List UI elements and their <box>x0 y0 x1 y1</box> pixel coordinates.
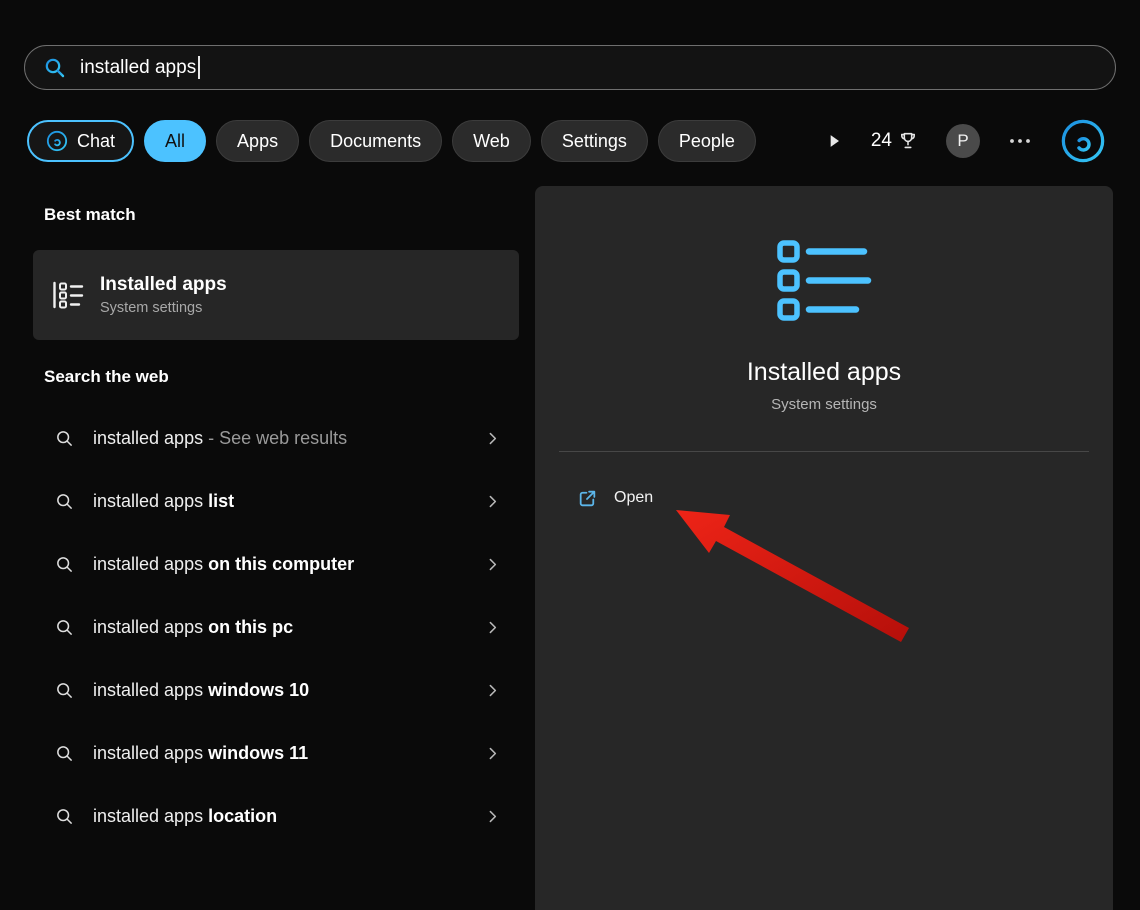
tab-chat[interactable]: Chat <box>27 120 134 162</box>
chevron-right-icon[interactable] <box>484 682 501 699</box>
suggestion-prefix: installed apps <box>93 617 208 637</box>
suggestion-prefix: installed apps <box>93 743 208 763</box>
chevron-right-icon[interactable] <box>484 745 501 762</box>
suggestion-suffix: on this pc <box>208 617 293 637</box>
web-suggestion-1[interactable]: installed apps list <box>33 470 519 533</box>
more-filters-icon[interactable] <box>824 131 844 151</box>
search-input[interactable]: installed apps <box>80 56 200 79</box>
search-suggestion-icon <box>55 744 74 763</box>
search-icon <box>43 56 67 80</box>
web-suggestion-6[interactable]: installed apps location <box>33 785 519 848</box>
topbar-right: 24 P <box>824 120 1106 162</box>
suggestion-suffix: - See web results <box>203 428 347 448</box>
suggestion-prefix: installed apps <box>93 554 208 574</box>
rewards-counter[interactable]: 24 <box>871 130 919 152</box>
suggestion-suffix: list <box>208 491 234 511</box>
tab-chat-label: Chat <box>77 131 115 152</box>
bing-icon[interactable] <box>1060 118 1106 164</box>
web-suggestion-4[interactable]: installed apps windows 10 <box>33 659 519 722</box>
tab-documents[interactable]: Documents <box>309 120 442 162</box>
installed-apps-icon <box>50 277 86 313</box>
preview-panel: Installed apps System settings Open <box>535 186 1113 910</box>
tab-apps[interactable]: Apps <box>216 120 299 162</box>
rewards-count: 24 <box>871 130 892 152</box>
open-button-label: Open <box>614 489 653 507</box>
search-bar[interactable]: installed apps <box>24 45 1116 90</box>
suggestion-suffix: on this computer <box>208 554 354 574</box>
open-button[interactable]: Open <box>577 478 663 518</box>
suggestion-prefix: installed apps <box>93 428 203 448</box>
suggestion-suffix: windows 10 <box>208 680 309 700</box>
chevron-right-icon[interactable] <box>484 808 501 825</box>
suggestion-prefix: installed apps <box>93 491 208 511</box>
tab-web-label: Web <box>473 131 510 152</box>
tab-all-label: All <box>165 131 185 152</box>
rewards-trophy-icon <box>897 130 919 152</box>
preview-subtitle: System settings <box>771 396 877 413</box>
search-input-value: installed apps <box>80 57 196 79</box>
suggestion-prefix: installed apps <box>93 680 208 700</box>
tab-documents-label: Documents <box>330 131 421 152</box>
text-caret <box>198 56 200 79</box>
divider <box>559 451 1089 452</box>
preview-title: Installed apps <box>747 358 901 387</box>
web-suggestion-0[interactable]: installed apps - See web results <box>33 407 519 470</box>
installed-apps-large-icon <box>776 238 872 324</box>
tab-people-label: People <box>679 131 735 152</box>
tab-people[interactable]: People <box>658 120 756 162</box>
tab-web[interactable]: Web <box>452 120 531 162</box>
web-suggestion-3[interactable]: installed apps on this pc <box>33 596 519 659</box>
avatar-initial: P <box>957 131 968 151</box>
search-suggestion-icon <box>55 618 74 637</box>
search-suggestion-icon <box>55 492 74 511</box>
filter-chips: Chat All Apps Documents Web Settings Peo… <box>27 120 756 162</box>
suggestion-suffix: windows 11 <box>208 743 308 763</box>
tab-all[interactable]: All <box>144 120 206 162</box>
web-suggestion-2[interactable]: installed apps on this computer <box>33 533 519 596</box>
suggestion-prefix: installed apps <box>93 806 208 826</box>
bing-chat-icon <box>46 130 68 152</box>
web-suggestions-list: installed apps - See web results install… <box>33 407 519 848</box>
search-suggestion-icon <box>55 429 74 448</box>
best-match-title: Installed apps <box>100 274 227 296</box>
chevron-right-icon[interactable] <box>484 430 501 447</box>
search-suggestion-icon <box>55 681 74 700</box>
chevron-right-icon[interactable] <box>484 493 501 510</box>
search-web-heading: Search the web <box>44 367 169 387</box>
web-suggestion-5[interactable]: installed apps windows 11 <box>33 722 519 785</box>
suggestion-suffix: location <box>208 806 277 826</box>
more-options-icon[interactable] <box>1007 128 1033 154</box>
tab-apps-label: Apps <box>237 131 278 152</box>
best-match-heading: Best match <box>44 205 136 225</box>
tab-settings-label: Settings <box>562 131 627 152</box>
open-external-icon <box>577 488 598 509</box>
chevron-right-icon[interactable] <box>484 619 501 636</box>
best-match-subtitle: System settings <box>100 300 227 316</box>
search-suggestion-icon <box>55 807 74 826</box>
tab-settings[interactable]: Settings <box>541 120 648 162</box>
chevron-right-icon[interactable] <box>484 556 501 573</box>
search-suggestion-icon <box>55 555 74 574</box>
best-match-result[interactable]: Installed apps System settings <box>33 250 519 340</box>
avatar[interactable]: P <box>946 124 980 158</box>
